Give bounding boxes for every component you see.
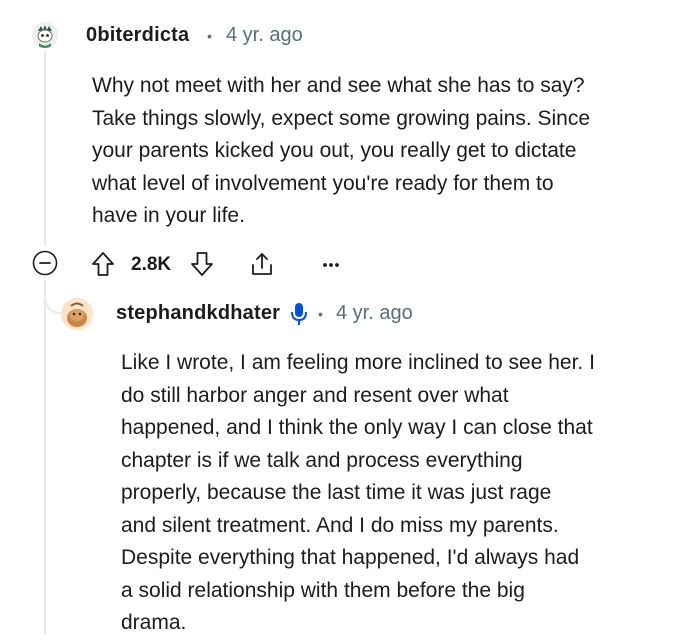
avatar-snoo-icon — [32, 22, 58, 48]
comment-body-line: what level of involvement you're ready f… — [92, 171, 554, 195]
comment-username[interactable]: 0biterdicta — [86, 24, 189, 47]
comment-body-line: do still harbor anger and resent over wh… — [121, 383, 509, 407]
downvote-button[interactable] — [189, 250, 215, 278]
meta-separator: • — [207, 28, 212, 44]
collapse-icon — [32, 250, 58, 276]
comment-body-line: a solid relationship with them before th… — [121, 578, 525, 602]
voice-badge — [289, 301, 309, 327]
comment-body-line: Take things slowly, expect some growing … — [92, 106, 591, 130]
comment-timestamp[interactable]: 4 yr. ago — [226, 24, 303, 47]
comment-body-line: Why not meet with her and see what she h… — [92, 74, 585, 97]
comment-body-line: properly, because the last time it was j… — [121, 481, 552, 504]
downvote-icon — [191, 252, 213, 276]
more-options-button[interactable] — [320, 258, 342, 270]
thread-line-reply-branch — [44, 280, 46, 634]
comment-body-line: happened, and I think the only way I can… — [121, 416, 593, 439]
comment-username[interactable]: stephandkdhater — [116, 302, 280, 325]
thread-line-main — [44, 50, 46, 246]
comment-body-line: chapter is if we talk and process everyt… — [121, 448, 523, 472]
avatar-snoo-icon — [61, 298, 93, 330]
meta-separator: • — [318, 306, 323, 322]
upvote-icon — [92, 252, 114, 276]
comment-body-line: drama. — [121, 611, 187, 634]
comment-timestamp[interactable]: 4 yr. ago — [336, 302, 413, 325]
avatar[interactable] — [32, 22, 58, 48]
more-icon — [323, 263, 339, 267]
comment-body: Like I wrote, I am feeling more inclined… — [121, 347, 691, 640]
comment-body-line: and silent treatment. And I do miss my p… — [121, 513, 559, 537]
comment-body-line: your parents kicked you out, you really … — [92, 139, 577, 162]
comment-body-line: have in your life. — [92, 204, 245, 227]
avatar[interactable] — [61, 298, 93, 330]
share-button[interactable] — [248, 250, 276, 278]
vote-score: 2.8K — [131, 254, 172, 275]
comment-body-line: Like I wrote, I am feeling more inclined… — [121, 351, 595, 374]
comment-body: Why not meet with her and see what she h… — [92, 70, 682, 233]
collapse-thread-button[interactable] — [32, 250, 58, 276]
upvote-button[interactable] — [90, 250, 116, 278]
comment-body-line: Despite everything that happened, I'd al… — [121, 546, 580, 569]
share-icon — [252, 253, 272, 275]
microphone-icon — [291, 303, 307, 325]
